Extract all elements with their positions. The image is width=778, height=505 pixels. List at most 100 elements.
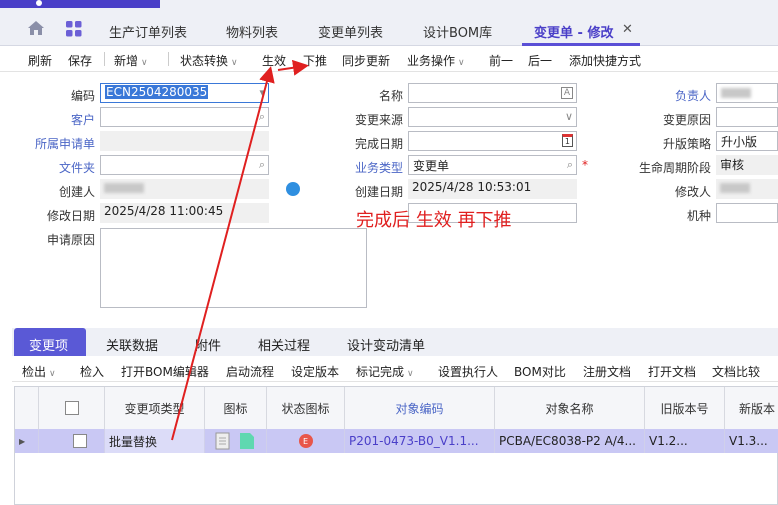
column-header-new-version[interactable]: 新版本	[725, 387, 778, 429]
checkout-label: 检出	[22, 365, 47, 379]
code-cell[interactable]: P201-0473-B0_V1.1...	[345, 429, 495, 453]
tab-related-data[interactable]: 关联数据	[106, 335, 158, 354]
tab-change-list[interactable]: 变更单列表	[318, 22, 383, 41]
effect-button[interactable]: 生效	[262, 52, 286, 69]
upgrade-strategy-value: 升小版	[721, 135, 758, 149]
tab-production-orders[interactable]: 生产订单列表	[109, 22, 187, 41]
close-tab-icon[interactable]: ✕	[622, 22, 633, 37]
old-version-cell[interactable]: V1.2...	[645, 429, 725, 453]
new-version-cell[interactable]: V1.3...	[725, 429, 778, 453]
checkin-button[interactable]: 检入	[80, 363, 104, 380]
reason-textarea[interactable]	[100, 228, 367, 308]
tab-material-list[interactable]: 物料列表	[226, 22, 278, 41]
code-value: ECN2504280035	[105, 85, 209, 99]
column-header-name[interactable]: 对象名称	[495, 387, 645, 429]
change-reason-field[interactable]	[716, 107, 778, 127]
upgrade-strategy-select[interactable]: 升小版	[716, 131, 778, 151]
next-button[interactable]: 后一	[528, 52, 552, 69]
add-shortcut-button[interactable]: 添加快捷方式	[569, 52, 641, 69]
model-field[interactable]	[716, 203, 778, 223]
toolbar-separator	[104, 52, 105, 66]
select-all-checkbox[interactable]	[64, 401, 79, 415]
business-ops-dropdown[interactable]: 业务操作 ∨	[407, 52, 465, 69]
source-label: 变更来源	[354, 113, 403, 127]
search-icon[interactable]: ⌕	[567, 158, 573, 172]
folder-field[interactable]: ⌕	[100, 155, 269, 175]
status-dropdown[interactable]: 状态转换 ∨	[180, 52, 238, 69]
sync-update-button[interactable]: 同步更新	[342, 52, 390, 69]
tab-design-change-list[interactable]: 设计变动清单	[347, 335, 425, 354]
annotation-text: 完成后 生效 再下推	[356, 210, 512, 231]
type-cell[interactable]: 批量替换	[105, 429, 205, 453]
creator-label: 创建人	[58, 185, 95, 199]
apply-form-field	[100, 131, 269, 151]
column-header-code[interactable]: 对象编码	[345, 387, 495, 429]
refresh-button[interactable]: 刷新	[28, 52, 52, 69]
top-accent-bar	[0, 0, 160, 8]
save-button[interactable]: 保存	[68, 52, 92, 69]
toolbar-separator	[168, 52, 169, 66]
apps-grid-icon[interactable]	[66, 21, 82, 40]
required-mark: *	[582, 158, 588, 172]
register-doc-button[interactable]: 注册文档	[583, 363, 631, 380]
biztype-field[interactable]: 变更单 ⌕	[408, 155, 577, 175]
column-header-type[interactable]: 变更项类型	[105, 387, 205, 429]
finish-date-field[interactable]: 1	[408, 131, 577, 151]
open-bom-editor-button[interactable]: 打开BOM编辑器	[121, 363, 209, 380]
search-icon[interactable]: ⌕	[259, 110, 265, 124]
reason-label: 申请原因	[46, 233, 95, 247]
checkout-dropdown[interactable]: 检出 ∨	[22, 363, 56, 380]
change-reason-label: 变更原因	[662, 113, 711, 127]
prev-button[interactable]: 前一	[489, 52, 513, 69]
tab-change-items[interactable]: 变更项	[29, 335, 68, 354]
row-select-cell	[39, 429, 105, 453]
owner-field[interactable]	[716, 83, 778, 103]
bom-compare-button[interactable]: BOM对比	[514, 363, 566, 380]
column-header-status-icon[interactable]: 状态图标	[267, 387, 345, 429]
column-header-icon[interactable]: 图标	[205, 387, 267, 429]
name-field[interactable]: A	[408, 83, 577, 103]
detail-toolbar: 检出 ∨ 检入 打开BOM编辑器 启动流程 设定版本 标记完成 ∨ 设置执行人 BO…	[12, 356, 778, 382]
push-down-button[interactable]: 下推	[303, 52, 327, 69]
business-ops-label: 业务操作	[407, 54, 456, 68]
source-select[interactable]: ∨	[408, 107, 577, 127]
start-process-button[interactable]: 启动流程	[226, 363, 274, 380]
modify-date-field: 2025/4/28 11:00:45	[100, 203, 269, 223]
code-field[interactable]: ECN2504280035 ▾	[100, 83, 269, 103]
create-date-field: 2025/4/28 10:53:01	[408, 179, 577, 199]
language-icon[interactable]: A	[560, 87, 573, 99]
biztype-value: 变更单	[413, 159, 450, 173]
home-icon[interactable]	[27, 20, 45, 39]
tab-related-process[interactable]: 相关过程	[258, 335, 310, 354]
mark-complete-dropdown[interactable]: 标记完成 ∨	[356, 363, 414, 380]
folder-label: 文件夹	[58, 161, 95, 175]
new-dropdown[interactable]: 新增 ∨	[114, 52, 148, 69]
new-label: 新增	[114, 54, 139, 68]
modifier-label: 修改人	[674, 185, 711, 199]
set-version-button[interactable]: 设定版本	[291, 363, 339, 380]
customer-label: 客户	[70, 113, 95, 127]
name-cell[interactable]: PCBA/EC8038-P2 A/4...	[495, 429, 645, 453]
search-icon[interactable]: ⌕	[259, 158, 265, 172]
row-pointer-icon: ▶	[15, 429, 39, 453]
tab-design-bom[interactable]: 设计BOM库	[423, 22, 492, 41]
row-checkbox[interactable]	[72, 434, 87, 448]
toolbar: 刷新 保存 新增 ∨ 状态转换 ∨ 生效 下推 同步更新 业务操作 ∨ 前一 后一 添…	[0, 46, 778, 72]
table-row[interactable]: ▶ 批量替换 E P201-0473-B0_V1.1... PCBA/EC803…	[15, 429, 778, 453]
calendar-icon[interactable]: 1	[561, 134, 573, 147]
creator-field	[100, 179, 269, 199]
redacted-text	[721, 87, 751, 98]
tab-change-edit[interactable]: 变更单 - 修改	[534, 22, 613, 41]
customer-field[interactable]: ⌕	[100, 107, 269, 127]
chevron-down-icon: ∨	[458, 58, 465, 68]
column-header-old-version[interactable]: 旧版本号	[645, 387, 725, 429]
modify-date-label: 修改日期	[46, 209, 95, 223]
cloud-icon[interactable]	[286, 182, 300, 196]
compare-doc-button[interactable]: 文档比较	[712, 363, 760, 380]
chevron-down-icon: ∨	[49, 369, 56, 379]
tab-attachments[interactable]: 附件	[195, 335, 221, 354]
set-executor-button[interactable]: 设置执行人	[438, 363, 498, 380]
chevron-down-icon: ∨	[407, 369, 414, 379]
code-label: 编码	[70, 89, 95, 103]
open-doc-button[interactable]: 打开文档	[648, 363, 696, 380]
